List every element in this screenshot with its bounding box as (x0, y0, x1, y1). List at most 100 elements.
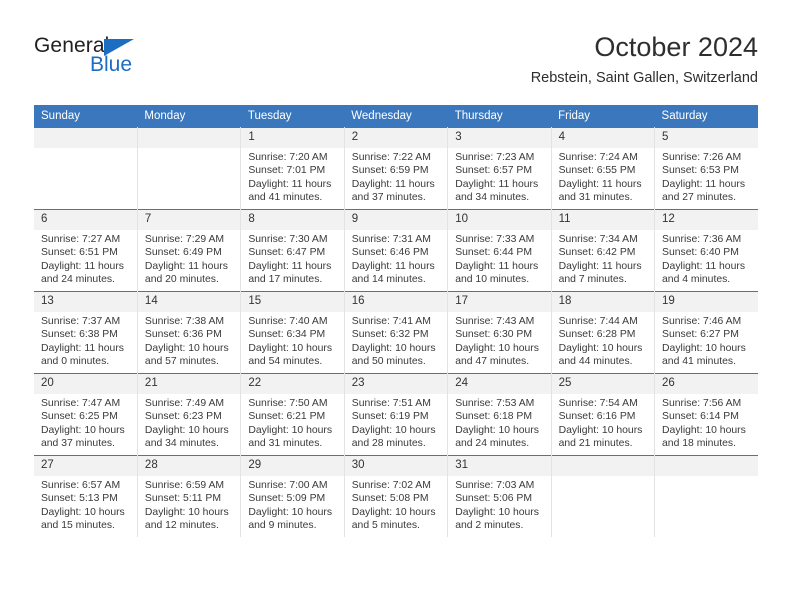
day-number (655, 456, 758, 476)
sunset-text: Sunset: 6:25 PM (41, 411, 118, 423)
calendar-day-cell[interactable]: 30 Sunrise: 7:02 AM Sunset: 5:08 PM Dayligh… (343, 455, 449, 537)
calendar-week-row: 20 Sunrise: 7:47 AM Sunset: 6:25 PM Dayligh… (34, 373, 758, 456)
day-number: 29 (241, 456, 344, 476)
day-details: Sunrise: 7:33 AM Sunset: 6:44 PM Daylight:… (448, 230, 550, 286)
day-details: Sunrise: 7:51 AM Sunset: 6:19 PM Daylight:… (345, 394, 447, 450)
sunset-text: Sunset: 5:08 PM (351, 493, 429, 505)
calendar-page: General Blue October 2024 Rebstein, Sain… (0, 0, 792, 612)
sunset-text: Sunset: 6:49 PM (144, 247, 222, 259)
day-details: Sunrise: 7:27 AM Sunset: 6:51 PM Daylight:… (34, 230, 137, 286)
sunrise-text: Sunrise: 7:02 AM (351, 480, 431, 491)
calendar-day-cell[interactable]: 11 Sunrise: 7:34 AM Sunset: 6:42 PM Dayligh… (550, 209, 656, 292)
page-title: October 2024 (594, 32, 758, 62)
calendar-day-cell[interactable]: 5 Sunrise: 7:26 AM Sunset: 6:53 PM Daylight… (654, 127, 758, 210)
weekday-header-monday: Monday (137, 105, 241, 128)
sunset-text: Sunset: 6:34 PM (248, 329, 326, 341)
calendar-day-cell[interactable]: 29 Sunrise: 7:00 AM Sunset: 5:09 PM Dayligh… (240, 455, 345, 537)
calendar-day-cell[interactable]: 4 Sunrise: 7:24 AM Sunset: 6:55 PM Daylight… (550, 127, 656, 210)
day-details: Sunrise: 6:59 AM Sunset: 5:11 PM Daylight:… (138, 476, 240, 532)
daylight-text: Daylight: 10 hours and 54 minutes. (248, 342, 333, 367)
calendar-day-cell[interactable]: 27 Sunrise: 6:57 AM Sunset: 5:13 PM Dayligh… (34, 455, 138, 537)
calendar-day-cell[interactable]: 6 Sunrise: 7:27 AM Sunset: 6:51 PM Daylight… (34, 209, 138, 292)
location-subtitle: Rebstein, Saint Gallen, Switzerland (530, 70, 758, 86)
calendar-day-cell[interactable]: 14 Sunrise: 7:38 AM Sunset: 6:36 PM Dayligh… (136, 291, 242, 374)
sunrise-text: Sunrise: 7:27 AM (41, 234, 121, 245)
calendar-day-cell[interactable]: 1 Sunrise: 7:20 AM Sunset: 7:01 PM Daylight… (240, 127, 345, 210)
day-details: Sunrise: 7:56 AM Sunset: 6:14 PM Daylight:… (655, 394, 758, 450)
calendar-week-row: 13 Sunrise: 7:37 AM Sunset: 6:38 PM Dayligh… (34, 291, 758, 374)
weekday-header-wednesday: Wednesday (344, 105, 448, 128)
day-number (34, 128, 137, 148)
day-details: Sunrise: 7:00 AM Sunset: 5:09 PM Daylight:… (241, 476, 343, 532)
sunset-text: Sunset: 6:57 PM (455, 165, 533, 177)
sunrise-text: Sunrise: 7:51 AM (351, 398, 431, 409)
sunset-text: Sunset: 6:27 PM (662, 329, 739, 341)
calendar-day-cell[interactable]: 15 Sunrise: 7:40 AM Sunset: 6:34 PM Dayligh… (240, 291, 345, 374)
sunset-text: Sunset: 6:21 PM (248, 411, 326, 423)
calendar-day-cell[interactable]: 13 Sunrise: 7:37 AM Sunset: 6:38 PM Dayligh… (34, 291, 138, 374)
daylight-text: Daylight: 11 hours and 34 minutes. (455, 178, 539, 203)
sunrise-text: Sunrise: 7:53 AM (455, 398, 535, 409)
calendar-day-cell[interactable]: 9 Sunrise: 7:31 AM Sunset: 6:46 PM Daylight… (343, 209, 449, 292)
day-number: 25 (551, 374, 655, 394)
daylight-text: Daylight: 10 hours and 37 minutes. (41, 424, 125, 449)
calendar-day-cell[interactable]: 31 Sunrise: 7:03 AM Sunset: 5:06 PM Dayligh… (447, 455, 552, 537)
calendar-body: 1 Sunrise: 7:20 AM Sunset: 7:01 PM Daylight… (34, 127, 758, 537)
daylight-text: Daylight: 11 hours and 17 minutes. (248, 260, 332, 285)
daylight-text: Daylight: 11 hours and 4 minutes. (662, 260, 746, 285)
sunset-text: Sunset: 6:44 PM (455, 247, 533, 259)
sunrise-text: Sunrise: 7:43 AM (455, 316, 535, 327)
day-details: Sunrise: 7:49 AM Sunset: 6:23 PM Daylight:… (138, 394, 240, 450)
day-details: Sunrise: 7:22 AM Sunset: 6:59 PM Daylight:… (345, 148, 447, 204)
calendar-day-cell[interactable]: 12 Sunrise: 7:36 AM Sunset: 6:40 PM Dayligh… (654, 209, 758, 292)
calendar-day-cell[interactable]: 20 Sunrise: 7:47 AM Sunset: 6:25 PM Dayligh… (34, 373, 138, 456)
day-details: Sunrise: 7:34 AM Sunset: 6:42 PM Daylight:… (552, 230, 654, 286)
sunset-text: Sunset: 5:13 PM (41, 493, 118, 505)
day-number: 4 (551, 128, 655, 148)
calendar-day-cell[interactable]: 25 Sunrise: 7:54 AM Sunset: 6:16 PM Dayligh… (550, 373, 656, 456)
sunrise-text: Sunrise: 7:26 AM (662, 152, 742, 163)
calendar-day-cell[interactable]: 19 Sunrise: 7:46 AM Sunset: 6:27 PM Dayligh… (654, 291, 758, 374)
sunrise-text: Sunrise: 7:30 AM (248, 234, 328, 245)
calendar-day-cell[interactable]: 17 Sunrise: 7:43 AM Sunset: 6:30 PM Dayligh… (447, 291, 552, 374)
sunset-text: Sunset: 6:19 PM (351, 411, 429, 423)
daylight-text: Daylight: 10 hours and 34 minutes. (144, 424, 229, 449)
day-details: Sunrise: 7:41 AM Sunset: 6:32 PM Daylight:… (345, 312, 447, 368)
calendar-day-cell[interactable]: 16 Sunrise: 7:41 AM Sunset: 6:32 PM Dayligh… (343, 291, 449, 374)
day-number: 27 (34, 456, 137, 476)
day-number: 16 (344, 292, 448, 312)
day-details: Sunrise: 7:30 AM Sunset: 6:47 PM Daylight:… (241, 230, 343, 286)
calendar-day-cell[interactable]: 18 Sunrise: 7:44 AM Sunset: 6:28 PM Dayligh… (550, 291, 656, 374)
calendar-day-cell[interactable]: 3 Sunrise: 7:23 AM Sunset: 6:57 PM Daylight… (447, 127, 552, 210)
day-number: 1 (241, 128, 344, 148)
sunset-text: Sunset: 6:16 PM (558, 411, 636, 423)
day-details: Sunrise: 7:53 AM Sunset: 6:18 PM Daylight:… (448, 394, 550, 450)
calendar-day-cell[interactable]: 21 Sunrise: 7:49 AM Sunset: 6:23 PM Dayligh… (136, 373, 242, 456)
daylight-text: Daylight: 10 hours and 41 minutes. (662, 342, 746, 367)
sunset-text: Sunset: 6:51 PM (41, 247, 118, 259)
day-number: 12 (655, 210, 758, 230)
day-details: Sunrise: 7:50 AM Sunset: 6:21 PM Daylight:… (241, 394, 343, 450)
daylight-text: Daylight: 10 hours and 15 minutes. (41, 506, 125, 531)
calendar-day-cell[interactable]: 8 Sunrise: 7:30 AM Sunset: 6:47 PM Daylight… (240, 209, 345, 292)
day-number: 26 (655, 374, 758, 394)
sunrise-text: Sunrise: 7:20 AM (248, 152, 328, 163)
day-number: 28 (137, 456, 241, 476)
sunrise-text: Sunrise: 7:50 AM (248, 398, 328, 409)
calendar-day-cell[interactable]: 10 Sunrise: 7:33 AM Sunset: 6:44 PM Dayligh… (447, 209, 552, 292)
calendar-day-cell[interactable]: 28 Sunrise: 6:59 AM Sunset: 5:11 PM Dayligh… (136, 455, 242, 537)
calendar-day-cell[interactable]: 2 Sunrise: 7:22 AM Sunset: 6:59 PM Daylight… (343, 127, 449, 210)
sunset-text: Sunset: 6:46 PM (351, 247, 429, 259)
calendar-day-cell[interactable]: 26 Sunrise: 7:56 AM Sunset: 6:14 PM Dayligh… (654, 373, 758, 456)
day-details: Sunrise: 7:38 AM Sunset: 6:36 PM Daylight:… (138, 312, 240, 368)
sunrise-text: Sunrise: 7:47 AM (41, 398, 121, 409)
sunset-text: Sunset: 6:14 PM (662, 411, 739, 423)
calendar-day-cell[interactable]: 22 Sunrise: 7:50 AM Sunset: 6:21 PM Dayligh… (240, 373, 345, 456)
calendar-day-cell[interactable]: 7 Sunrise: 7:29 AM Sunset: 6:49 PM Daylight… (136, 209, 242, 292)
sunrise-text: Sunrise: 7:49 AM (144, 398, 225, 409)
day-number: 21 (137, 374, 241, 394)
calendar-day-cell[interactable]: 24 Sunrise: 7:53 AM Sunset: 6:18 PM Dayligh… (447, 373, 552, 456)
sunrise-text: Sunrise: 7:24 AM (558, 152, 638, 163)
day-number: 14 (137, 292, 241, 312)
calendar-day-cell[interactable]: 23 Sunrise: 7:51 AM Sunset: 6:19 PM Dayligh… (343, 373, 449, 456)
